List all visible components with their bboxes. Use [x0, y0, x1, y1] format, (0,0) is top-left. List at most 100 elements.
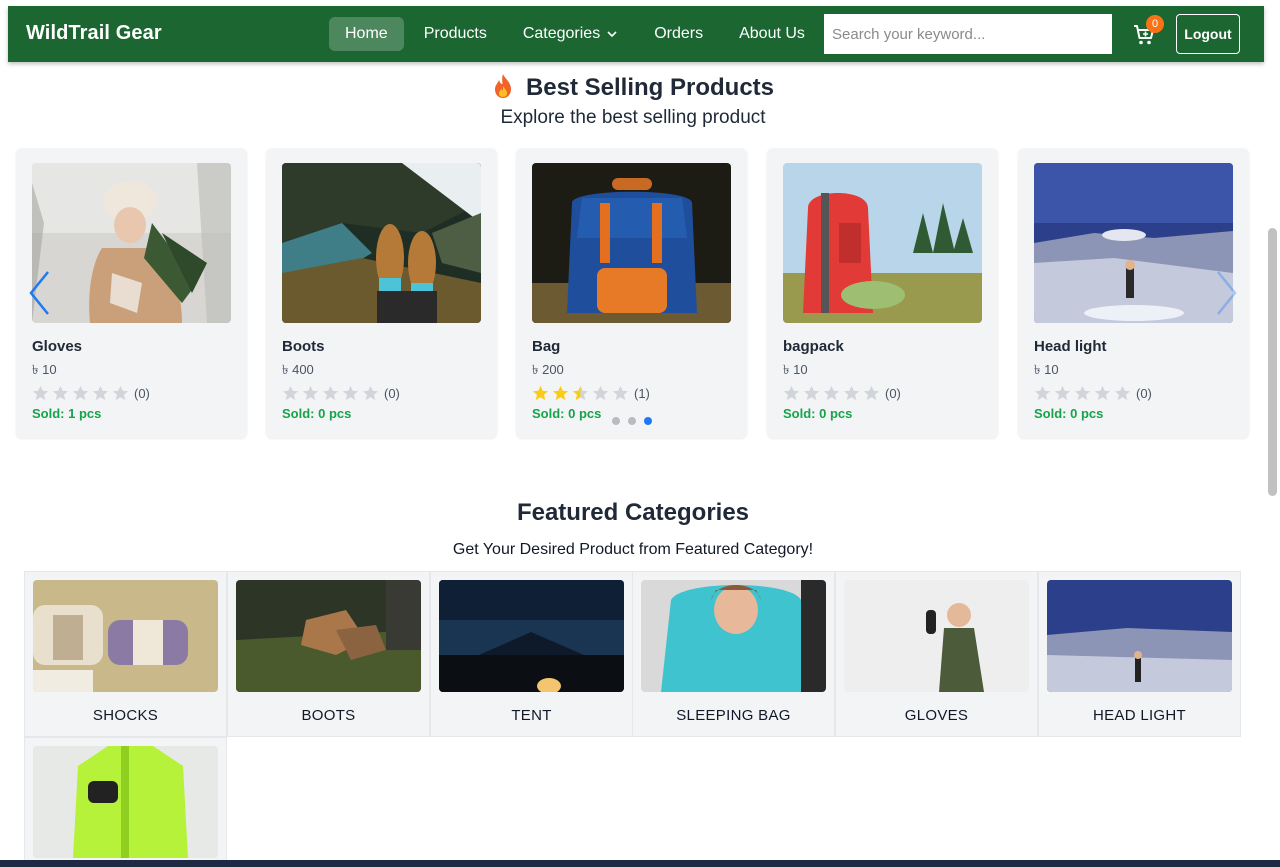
star-empty-icon: [112, 385, 129, 401]
nav-categories-dropdown[interactable]: Categories: [507, 17, 634, 51]
product-name[interactable]: bagpack: [783, 338, 844, 355]
carousel-dot[interactable]: [612, 417, 620, 425]
product-image-bagpack[interactable]: [783, 163, 982, 323]
nav-products[interactable]: Products: [408, 17, 503, 51]
nav-orders[interactable]: Orders: [638, 17, 719, 51]
product-price: ৳ 10: [1034, 362, 1059, 377]
product-price: ৳ 400: [282, 362, 314, 377]
carousel-dot-active[interactable]: [644, 417, 652, 425]
nav-about-label: About Us: [739, 25, 805, 42]
product-name[interactable]: Bag: [532, 338, 560, 355]
nav-products-label: Products: [423, 25, 487, 42]
sold-count: Sold: 0 pcs: [783, 406, 853, 421]
carousel-prev-arrow-icon[interactable]: [28, 270, 50, 316]
category-label: SLEEPING BAG: [676, 707, 791, 724]
star-filled-icon: [532, 385, 549, 401]
chevron-down-icon: [607, 31, 617, 38]
star-empty-icon: [1114, 385, 1131, 401]
review-count: (0): [1136, 385, 1152, 401]
brand-logo[interactable]: WildTrail Gear: [26, 22, 162, 45]
star-empty-icon: [1034, 385, 1051, 401]
category-image: [236, 580, 421, 692]
category-label: BOOTS: [301, 707, 356, 724]
category-card-gloves[interactable]: GLOVES: [835, 571, 1038, 737]
star-empty-icon: [1074, 385, 1091, 401]
product-price: ৳ 10: [783, 362, 808, 377]
category-card-jacket[interactable]: [24, 737, 227, 867]
category-card-boots[interactable]: BOOTS: [227, 571, 430, 737]
category-card-head-light[interactable]: HEAD LIGHT: [1038, 571, 1241, 737]
rating-stars: (0): [1034, 385, 1152, 401]
nav-links: Home Products Categories Orders About Us: [329, 17, 825, 51]
best-selling-title-text: Best Selling Products: [525, 74, 775, 101]
category-image: [33, 580, 218, 692]
star-empty-icon: [803, 385, 820, 401]
product-card[interactable]: Boots ৳ 400 (0) Sold: 0 pcs: [266, 148, 497, 438]
product-name[interactable]: Boots: [282, 338, 325, 355]
product-name[interactable]: Head light: [1034, 338, 1107, 355]
category-image: [844, 580, 1029, 692]
category-card-sleeping-bag[interactable]: SLEEPING BAG: [632, 571, 835, 737]
category-card-tent[interactable]: TENT: [430, 571, 633, 737]
category-label: HEAD LIGHT: [1092, 707, 1186, 724]
star-empty-icon: [823, 385, 840, 401]
category-label: GLOVES: [904, 707, 969, 724]
best-selling-subtitle: Explore the best selling product: [500, 107, 766, 128]
category-image: [33, 746, 218, 858]
best-selling-title: Best Selling Products: [0, 73, 1266, 102]
product-card[interactable]: bagpack ৳ 10 (0) Sold: 0 pcs: [767, 148, 998, 438]
nav-about-us[interactable]: About Us: [723, 17, 821, 51]
star-empty-icon: [72, 385, 89, 401]
cart-count-badge: 0: [1146, 15, 1164, 33]
logout-button[interactable]: Logout: [1176, 14, 1240, 54]
featured-categories-title: Featured Categories: [516, 499, 750, 526]
product-image-boots[interactable]: [282, 163, 481, 323]
sold-count: Sold: 0 pcs: [282, 406, 352, 421]
search-input[interactable]: [824, 14, 1112, 54]
star-filled-icon: [552, 385, 569, 401]
star-empty-icon: [32, 385, 49, 401]
star-empty-icon: [843, 385, 860, 401]
star-empty-icon: [783, 385, 800, 401]
nav-home-label: Home: [345, 25, 388, 42]
product-card[interactable]: Bag ৳ 200 (1) Sold: 0 pcs: [516, 148, 747, 438]
scrollbar-thumb[interactable]: [1268, 228, 1277, 496]
category-image: [439, 580, 624, 692]
category-image: [1047, 580, 1232, 692]
product-price: ৳ 10: [32, 362, 57, 377]
nav-home[interactable]: Home: [329, 17, 404, 51]
nav-orders-label: Orders: [654, 25, 704, 42]
sold-count: Sold: 0 pcs: [532, 406, 602, 421]
product-image-bag[interactable]: [532, 163, 731, 323]
product-image-head-light[interactable]: [1034, 163, 1233, 323]
nav-categories-label: Categories: [522, 25, 601, 42]
product-image-gloves[interactable]: [32, 163, 231, 323]
rating-stars: (1): [532, 385, 650, 401]
review-count: (0): [134, 385, 150, 401]
product-name[interactable]: Gloves: [32, 338, 82, 355]
star-empty-icon: [282, 385, 299, 401]
star-empty-icon: [322, 385, 339, 401]
product-card[interactable]: Gloves ৳ 10 (0) Sold: 1 pcs: [16, 148, 247, 438]
carousel-dot[interactable]: [628, 417, 636, 425]
category-label: SHOCKS: [92, 707, 159, 724]
footer-edge: [0, 860, 1280, 867]
review-count: (1): [634, 385, 650, 401]
sold-count: Sold: 0 pcs: [1034, 406, 1104, 421]
star-empty-icon: [863, 385, 880, 401]
star-half-icon: [572, 385, 589, 401]
star-empty-icon: [1094, 385, 1111, 401]
category-card-shocks[interactable]: SHOCKS: [24, 571, 227, 737]
star-empty-icon: [592, 385, 609, 401]
star-empty-icon: [92, 385, 109, 401]
category-label: TENT: [511, 707, 552, 724]
star-empty-icon: [362, 385, 379, 401]
star-empty-icon: [52, 385, 69, 401]
review-count: (0): [384, 385, 400, 401]
fire-icon: [494, 74, 511, 98]
star-empty-icon: [342, 385, 359, 401]
star-empty-icon: [302, 385, 319, 401]
carousel-next-arrow-icon[interactable]: [1216, 270, 1238, 316]
product-card[interactable]: Head light ৳ 10 (0) Sold: 0 pcs: [1018, 148, 1249, 438]
rating-stars: (0): [282, 385, 400, 401]
